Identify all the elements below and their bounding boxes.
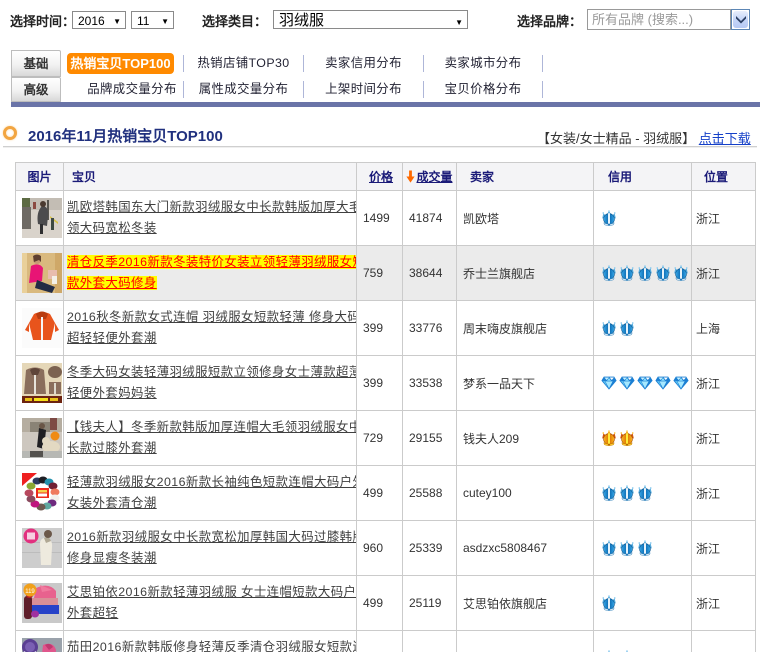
svg-text:119: 119 <box>25 589 35 595</box>
